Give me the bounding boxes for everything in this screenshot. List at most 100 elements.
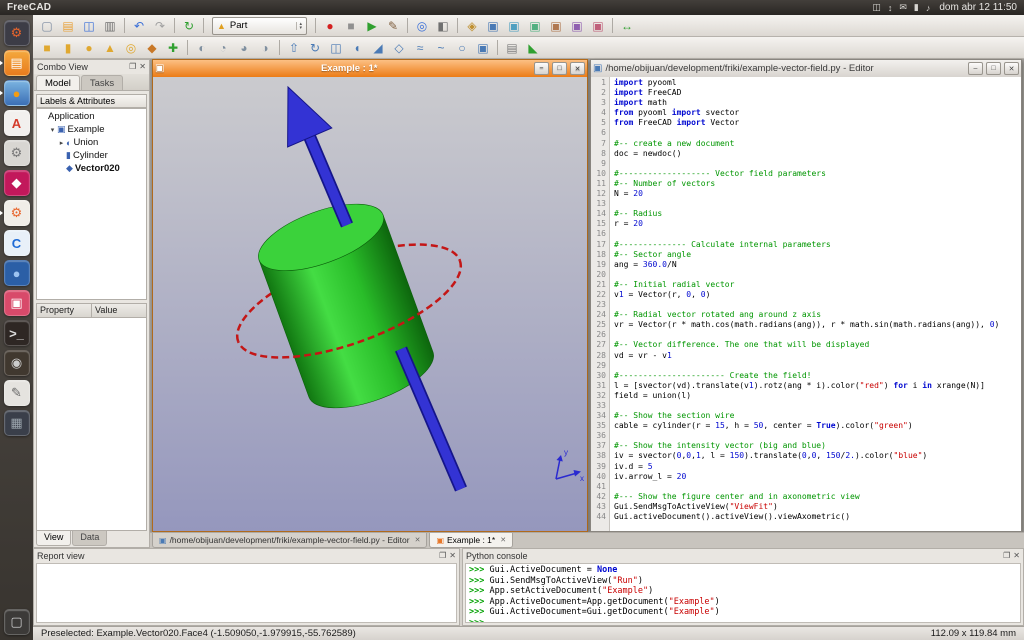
part-common-button[interactable]: ◑ <box>255 38 275 57</box>
new-document-button[interactable]: ▢ <box>37 16 57 35</box>
launcher-item-app-magenta[interactable]: ◆ <box>4 170 30 196</box>
3d-viewport-canvas[interactable]: x y <box>153 77 587 531</box>
part-loft-button[interactable]: ≈ <box>410 38 430 57</box>
display-indicator-icon[interactable]: ◫ <box>872 2 881 13</box>
mdi-tab-example[interactable]: ▣Example : 1*✕ <box>429 533 513 548</box>
view-left-button[interactable]: ▣ <box>588 16 608 35</box>
battery-indicator-icon[interactable]: ▮ <box>914 2 919 13</box>
part-revolve-button[interactable]: ↻ <box>305 38 325 57</box>
tree-item-cylinder[interactable]: ▮Cylinder <box>37 149 146 162</box>
launcher-item-freecad-dash[interactable]: ⚙ <box>4 20 30 46</box>
launcher-item-app-dark[interactable]: ▦ <box>4 410 30 436</box>
part-torus-button[interactable]: ◎ <box>121 38 141 57</box>
tab-tasks[interactable]: Tasks <box>81 75 123 90</box>
view-axonometric-button[interactable]: ◈ <box>462 16 482 35</box>
part-cone-button[interactable]: ▲ <box>100 38 120 57</box>
part-union-button[interactable]: ◕ <box>234 38 254 57</box>
draw-style-button[interactable]: ◧ <box>433 16 453 35</box>
code-content[interactable]: import pyoomlimport FreeCADimport mathfr… <box>610 77 1021 531</box>
launcher-item-app-c[interactable]: C <box>4 230 30 256</box>
launcher-item-system-settings[interactable]: ⚙ <box>4 140 30 166</box>
close-panel-icon[interactable]: ✕ <box>449 552 456 560</box>
part-cross-sections-button[interactable]: ▤ <box>502 38 522 57</box>
tree-item-union[interactable]: ▸◐Union <box>37 136 146 149</box>
tab-data[interactable]: Data <box>72 531 107 546</box>
part-chamfer-button[interactable]: ◢ <box>368 38 388 57</box>
open-document-button[interactable]: ▤ <box>58 16 78 35</box>
save-document-button[interactable]: ◫ <box>79 16 99 35</box>
view-right-button[interactable]: ▣ <box>525 16 545 35</box>
close-panel-icon[interactable]: ✕ <box>1013 552 1020 560</box>
view-front-button[interactable]: ▣ <box>483 16 503 35</box>
code-editor[interactable]: 1234567891011121314151617181920212223242… <box>591 77 1021 531</box>
launcher-item-screenshot-tool[interactable]: ◉ <box>4 350 30 376</box>
3d-viewport[interactable]: x y <box>153 77 587 531</box>
refresh-button[interactable]: ↻ <box>179 16 199 35</box>
part-boolean-button[interactable]: ◐ <box>192 38 212 57</box>
mdi-tab-editor[interactable]: ▣/home/obijuan/development/friki/example… <box>152 533 427 548</box>
tree-item-example[interactable]: ▾▣Example <box>37 123 146 136</box>
launcher-item-app-a[interactable]: A <box>4 110 30 136</box>
float-panel-icon[interactable]: ❐ <box>439 552 446 560</box>
part-box-button[interactable]: ■ <box>37 38 57 57</box>
close-button[interactable]: ✕ <box>570 62 585 75</box>
part-ruled-surface-button[interactable]: ◇ <box>389 38 409 57</box>
print-button[interactable]: ▥ <box>100 16 120 35</box>
part-cut-button[interactable]: ◔ <box>213 38 233 57</box>
tree-item-vector020[interactable]: ◆Vector020 <box>37 162 146 175</box>
python-console-content[interactable]: >>> Gui.ActiveDocument = None>>> Gui.Sen… <box>465 563 1021 623</box>
expander-icon[interactable]: ▸ <box>57 139 66 147</box>
launcher-item-freecad[interactable]: ⚙ <box>4 200 30 226</box>
view-top-button[interactable]: ▣ <box>504 16 524 35</box>
clock[interactable]: dom abr 12 11:50 <box>939 2 1017 13</box>
3d-view-titlebar[interactable]: ▣ Example : 1* – □ ✕ <box>153 60 587 77</box>
part-shape-builder-button[interactable]: ✚ <box>163 38 183 57</box>
close-panel-icon[interactable]: ✕ <box>139 63 146 71</box>
part-thickness-button[interactable]: ▣ <box>473 38 493 57</box>
input-indicator-icon[interactable]: ↕ <box>888 3 893 13</box>
part-fillet-button[interactable]: ◖ <box>347 38 367 57</box>
measure-distance-button[interactable]: ↔ <box>617 16 637 35</box>
macro-stop-button[interactable]: ■ <box>341 16 361 35</box>
part-offset-button[interactable]: ○ <box>452 38 472 57</box>
launcher-item-terminal[interactable]: >_ <box>4 320 30 346</box>
view-bottom-button[interactable]: ▣ <box>567 16 587 35</box>
macro-edit-button[interactable]: ✎ <box>383 16 403 35</box>
launcher-item-firefox[interactable]: ● <box>4 80 30 106</box>
part-measure-linear-button[interactable]: ◣ <box>523 38 543 57</box>
undo-button[interactable]: ↶ <box>129 16 149 35</box>
minimize-button[interactable]: – <box>534 62 549 75</box>
maximize-button[interactable]: □ <box>986 62 1001 75</box>
macro-record-button[interactable]: ● <box>320 16 340 35</box>
view-rear-button[interactable]: ▣ <box>546 16 566 35</box>
tab-view[interactable]: View <box>36 531 71 546</box>
messaging-indicator-icon[interactable]: ✉ <box>899 2 907 13</box>
launcher-item-text-editor[interactable]: ✎ <box>4 380 30 406</box>
sound-indicator-icon[interactable]: ♪ <box>926 3 931 13</box>
part-extrude-button[interactable]: ⇧ <box>284 38 304 57</box>
launcher-item-files[interactable]: ▤ <box>4 50 30 76</box>
fit-all-button[interactable]: ◎ <box>412 16 432 35</box>
float-panel-icon[interactable]: ❐ <box>1003 552 1010 560</box>
editor-titlebar[interactable]: ▣ /home/obijuan/development/friki/exampl… <box>591 60 1021 77</box>
minimize-button[interactable]: – <box>968 62 983 75</box>
close-tab-icon[interactable]: ✕ <box>500 536 506 544</box>
expander-icon[interactable]: ▾ <box>48 126 57 134</box>
float-panel-icon[interactable]: ❐ <box>129 63 136 71</box>
close-tab-icon[interactable]: ✕ <box>415 536 421 544</box>
part-cylinder-button[interactable]: ▮ <box>58 38 78 57</box>
maximize-button[interactable]: □ <box>552 62 567 75</box>
launcher-item-app-camera[interactable]: ▣ <box>4 290 30 316</box>
tree-item-application[interactable]: Application <box>37 110 146 123</box>
macro-execute-button[interactable]: ▶ <box>362 16 382 35</box>
launcher-item-trash[interactable]: ▢ <box>4 609 30 635</box>
part-mirror-button[interactable]: ◫ <box>326 38 346 57</box>
launcher-item-app-sphere[interactable]: ● <box>4 260 30 286</box>
combo-spinner-icon[interactable]: ▴▾ <box>296 22 304 30</box>
part-sweep-button[interactable]: ~ <box>431 38 451 57</box>
part-sphere-button[interactable]: ● <box>79 38 99 57</box>
tab-model[interactable]: Model <box>36 75 80 90</box>
workbench-selector[interactable]: ▲Part▴▾ <box>212 17 307 35</box>
close-button[interactable]: ✕ <box>1004 62 1019 75</box>
part-primitives-button[interactable]: ◆ <box>142 38 162 57</box>
